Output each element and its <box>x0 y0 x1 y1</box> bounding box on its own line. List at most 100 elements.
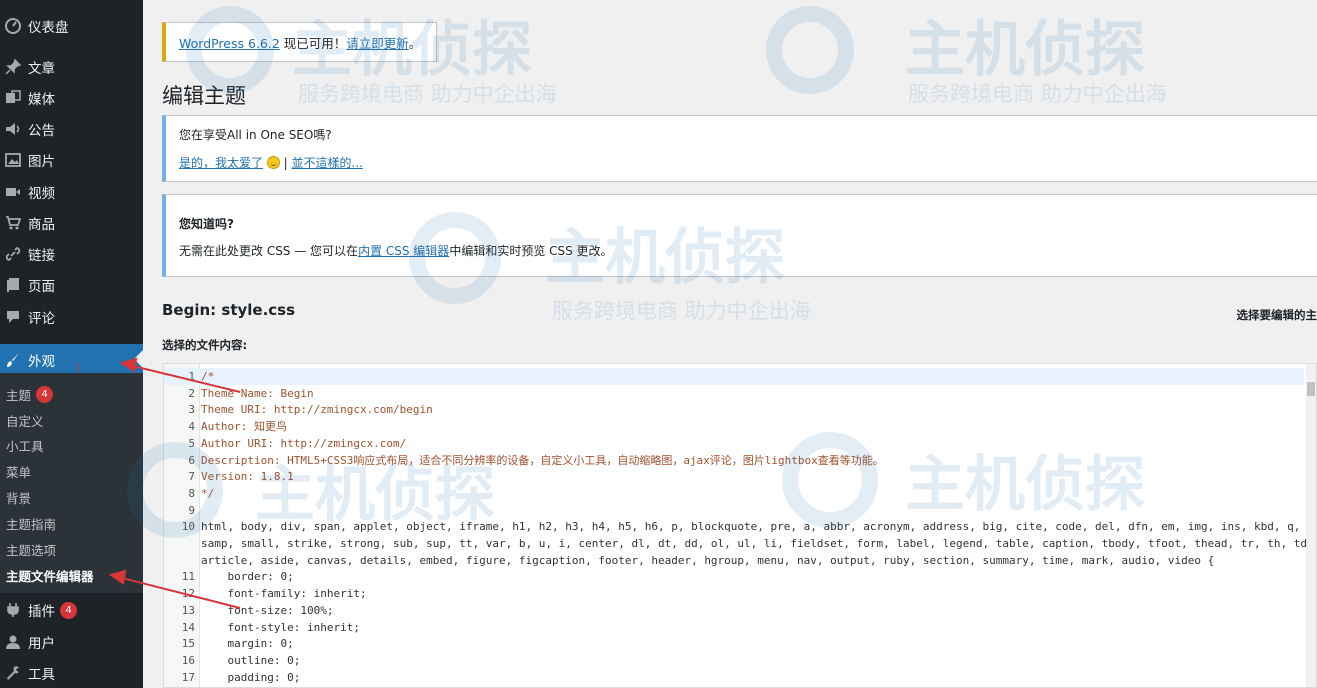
menu-label: 评论 <box>28 311 55 327</box>
code-line[interactable]: 7 Version: 1.8.1 <box>164 468 1304 485</box>
active-menu-caret <box>134 350 143 368</box>
line-number: 14 <box>181 620 195 634</box>
line-number: 2 <box>188 386 195 400</box>
line-number: 15 <box>181 637 195 651</box>
code-text: Theme Name: Begin <box>201 386 314 400</box>
code-line[interactable]: 1 /* <box>164 368 1304 385</box>
css-tip-text-before: 无需在此处更改 CSS — 您可以在 <box>179 244 359 258</box>
code-line[interactable]: 11 border: 0; <box>164 568 1304 585</box>
code-line[interactable]: 15 margin: 0; <box>164 635 1304 652</box>
code-line[interactable]: 4 Author: 知更鸟 <box>164 418 1304 435</box>
custom-css-editor-link[interactable]: 内置 CSS 编辑器 <box>358 244 449 258</box>
menu-item-plugins[interactable]: 插件 4 <box>0 595 143 625</box>
wordpress-version-link[interactable]: WordPress 6.6.2 <box>179 36 280 51</box>
seo-no-link[interactable]: 並不這樣的... <box>292 156 363 170</box>
code-text: samp, small, strike, strong, sub, sup, t… <box>201 537 1314 550</box>
menu-label: 插件 <box>28 604 55 620</box>
menu-item-users[interactable]: 用户 <box>0 627 143 657</box>
menu-item-dashboard[interactable]: 仪表盘 <box>0 11 143 41</box>
submenu-theme-guide[interactable]: 主题指南 <box>6 513 56 533</box>
code-text: outline: 0; <box>201 653 301 667</box>
code-line[interactable]: 12 font-family: inherit; <box>164 585 1304 602</box>
menu-item-media[interactable]: 媒体 <box>0 83 143 113</box>
menu-item-images[interactable]: 图片 <box>0 145 143 175</box>
code-text: Author: 知更鸟 <box>201 420 287 434</box>
link-icon <box>5 246 21 262</box>
update-notice: WordPress 6.6.2 现已可用！请立即更新。 <box>162 22 437 62</box>
code-line[interactable]: 9 <box>164 502 1304 519</box>
code-line[interactable]: 3 Theme URI: http://zmingcx.com/begin <box>164 401 1304 418</box>
menu-label: 媒体 <box>28 92 55 108</box>
code-line[interactable]: 10 html, body, div, span, applet, object,… <box>164 518 1316 535</box>
code-text: Author URI: http://zmingcx.com/ <box>201 436 407 450</box>
page-title: 编辑主题 <box>162 84 246 108</box>
menu-label: 仪表盘 <box>28 20 69 36</box>
menu-item-posts[interactable]: 文章 <box>0 52 143 82</box>
line-number: 12 <box>181 587 195 601</box>
image-icon <box>5 152 21 168</box>
submenu-label: 自定义 <box>6 413 44 429</box>
code-text: */ <box>201 486 215 500</box>
code-line[interactable]: 8 */ <box>164 485 1304 502</box>
submenu-customize[interactable]: 自定义 <box>6 410 44 430</box>
code-text: Theme URI: http://zmingcx.com/begin <box>201 403 433 417</box>
line-number: 17 <box>181 670 195 684</box>
appearance-submenu: 主题 4 自定义 小工具 菜单 背景 主题指南 主题选项 主题文件编辑器 <box>0 373 143 593</box>
code-line[interactable]: 6 Description: HTML5+CSS3响应式布局，适合不同分辨率的设备… <box>164 452 1304 469</box>
seo-yes-link[interactable]: 是的，我太爱了 <box>179 156 263 170</box>
menu-label: 图片 <box>28 154 55 170</box>
submenu-label: 小工具 <box>6 438 44 454</box>
code-editor[interactable]: 1 /* 2 Theme Name: Begin 3 Theme URI: http://… <box>163 363 1317 688</box>
submenu-label: 背景 <box>6 490 32 506</box>
submenu-label: 主题 <box>6 387 32 403</box>
update-now-link[interactable]: 请立即更新 <box>346 36 409 51</box>
line-number: 16 <box>181 653 195 667</box>
menu-item-videos[interactable]: 视频 <box>0 177 143 207</box>
update-notice-period: 。 <box>408 35 422 51</box>
code-text: Version: 1.8.1 <box>201 470 294 484</box>
code-line[interactable]: 13 font-size: 100%; <box>164 602 1304 619</box>
line-number: 6 <box>188 453 195 467</box>
video-icon <box>5 184 21 200</box>
file-content-label: 选择的文件内容: <box>162 338 248 352</box>
submenu-menus[interactable]: 菜单 <box>6 461 31 481</box>
code-text: padding: 0; <box>201 670 301 684</box>
menu-item-announcements[interactable]: 公告 <box>0 114 143 144</box>
code-text: article, aside, canvas, details, embed, … <box>201 553 1215 567</box>
menu-item-pages[interactable]: 页面 <box>0 270 143 300</box>
menu-item-tools[interactable]: 工具 <box>0 658 143 688</box>
menu-item-links[interactable]: 链接 <box>0 239 143 269</box>
code-line[interactable]: 16 outline: 0; <box>164 652 1304 669</box>
menu-item-products[interactable]: 商品 <box>0 208 143 238</box>
line-number: 4 <box>188 420 195 434</box>
editor-scrollbar[interactable] <box>1306 364 1316 687</box>
submenu-widgets[interactable]: 小工具 <box>6 435 44 455</box>
comment-icon <box>5 309 21 325</box>
submenu-themes[interactable]: 主题 4 <box>6 384 54 404</box>
dashboard-icon <box>5 18 21 34</box>
submenu-theme-file-editor[interactable]: 主题文件编辑器 <box>6 565 94 585</box>
menu-label: 用户 <box>28 636 55 652</box>
code-line[interactable]: article, aside, canvas, details, embed, … <box>164 552 1304 569</box>
menu-label: 工具 <box>28 667 55 683</box>
menu-item-comments[interactable]: 评论 <box>0 302 143 332</box>
media-icon <box>5 90 21 106</box>
code-line[interactable]: 5 Author URI: http://zmingcx.com/ <box>164 435 1304 452</box>
code-line[interactable]: 17 padding: 0; <box>164 669 1304 686</box>
submenu-theme-options[interactable]: 主题选项 <box>6 539 56 559</box>
smiley-icon <box>266 156 280 169</box>
submenu-label: 主题指南 <box>6 516 57 532</box>
submenu-label: 菜单 <box>6 464 32 480</box>
menu-label: 商品 <box>28 217 55 233</box>
code-line[interactable]: 14 font-style: inherit; <box>164 619 1304 636</box>
line-number: 7 <box>188 470 195 484</box>
pin-icon <box>5 59 21 75</box>
seo-question: 您在享受All in One SEO嗎? <box>179 128 332 142</box>
submenu-background[interactable]: 背景 <box>6 487 31 507</box>
menu-item-appearance[interactable]: 外观 <box>0 344 143 375</box>
line-number: 11 <box>181 570 195 584</box>
code-line[interactable]: 2 Theme Name: Begin <box>164 385 1304 402</box>
main-content: WordPress 6.6.2 现已可用！请立即更新。 编辑主题 您在享受All… <box>143 0 1317 688</box>
code-line[interactable]: samp, small, strike, strong, sub, sup, t… <box>164 535 1314 552</box>
scroll-thumb[interactable] <box>1307 382 1315 396</box>
